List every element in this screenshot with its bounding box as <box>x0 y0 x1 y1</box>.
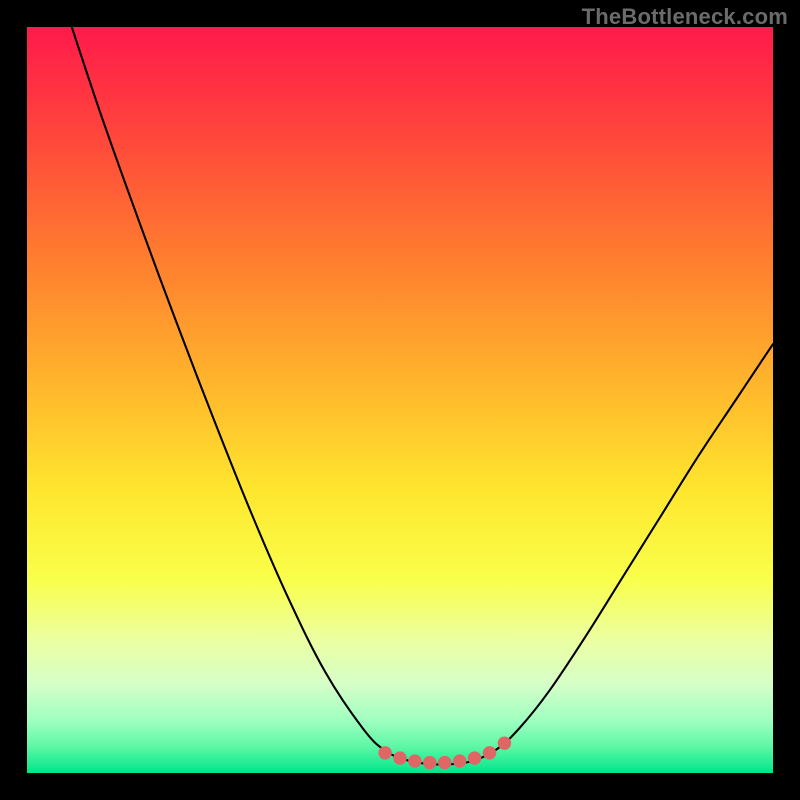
plot-area <box>27 27 773 773</box>
bottleneck-curve <box>27 27 773 773</box>
trough-marker <box>438 756 451 769</box>
trough-marker <box>498 736 511 749</box>
trough-marker <box>423 756 436 769</box>
trough-marker <box>393 751 406 764</box>
trough-marker <box>378 746 391 759</box>
chart-frame: TheBottleneck.com <box>0 0 800 800</box>
trough-marker <box>468 751 481 764</box>
trough-marker <box>453 754 466 767</box>
trough-marker <box>483 746 496 759</box>
trough-marker <box>408 754 421 767</box>
watermark-text: TheBottleneck.com <box>582 4 788 30</box>
